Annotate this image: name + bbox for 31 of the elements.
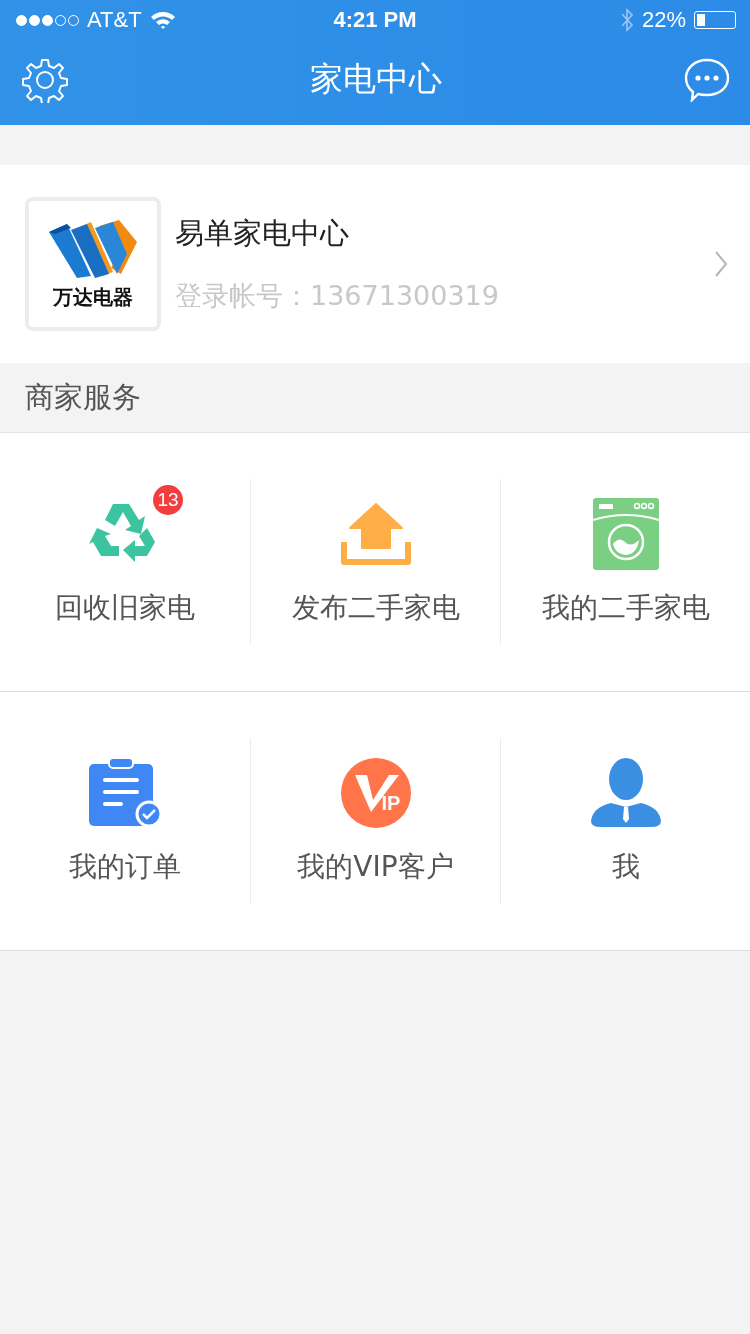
- service-item[interactable]: 我: [500, 738, 750, 904]
- washing-machine-icon: [592, 498, 659, 570]
- battery-percent: 22%: [641, 7, 686, 33]
- store-name: 易单家电中心: [175, 215, 350, 252]
- bluetooth-icon: [619, 8, 634, 32]
- service-label: 我的订单: [69, 849, 181, 885]
- clipboard-check-icon: [89, 758, 161, 828]
- logo-mark-icon: [47, 217, 139, 280]
- service-label: 我的VIP客户: [297, 849, 454, 885]
- count-badge: 13: [153, 485, 183, 515]
- service-item[interactable]: 我的二手家电: [500, 479, 750, 645]
- logo-text: 万达电器: [53, 283, 133, 311]
- wifi-icon: [149, 10, 176, 30]
- service-item[interactable]: 13 回收旧家电: [0, 479, 250, 645]
- settings-icon[interactable]: [22, 56, 68, 103]
- clock-time: 4:21 PM: [333, 7, 417, 33]
- carrier: AT&T: [87, 7, 142, 33]
- service-item[interactable]: 发布二手家电: [250, 479, 500, 645]
- service-label: 回收旧家电: [55, 590, 195, 626]
- chat-bubble-icon[interactable]: [684, 57, 730, 102]
- service-item[interactable]: 我的订单: [0, 738, 250, 904]
- service-item[interactable]: IP 我的VIP客户: [250, 738, 500, 904]
- chevron-right-icon: [714, 250, 728, 278]
- person-icon: [590, 757, 661, 829]
- service-label: 发布二手家电: [291, 590, 460, 626]
- battery-icon: [694, 11, 736, 29]
- vip-icon: IP: [340, 758, 411, 828]
- service-label: 我: [611, 849, 640, 885]
- service-label: 我的二手家电: [541, 590, 710, 626]
- section-title: 商家服务: [25, 378, 141, 416]
- page-title: 家电中心: [310, 58, 442, 100]
